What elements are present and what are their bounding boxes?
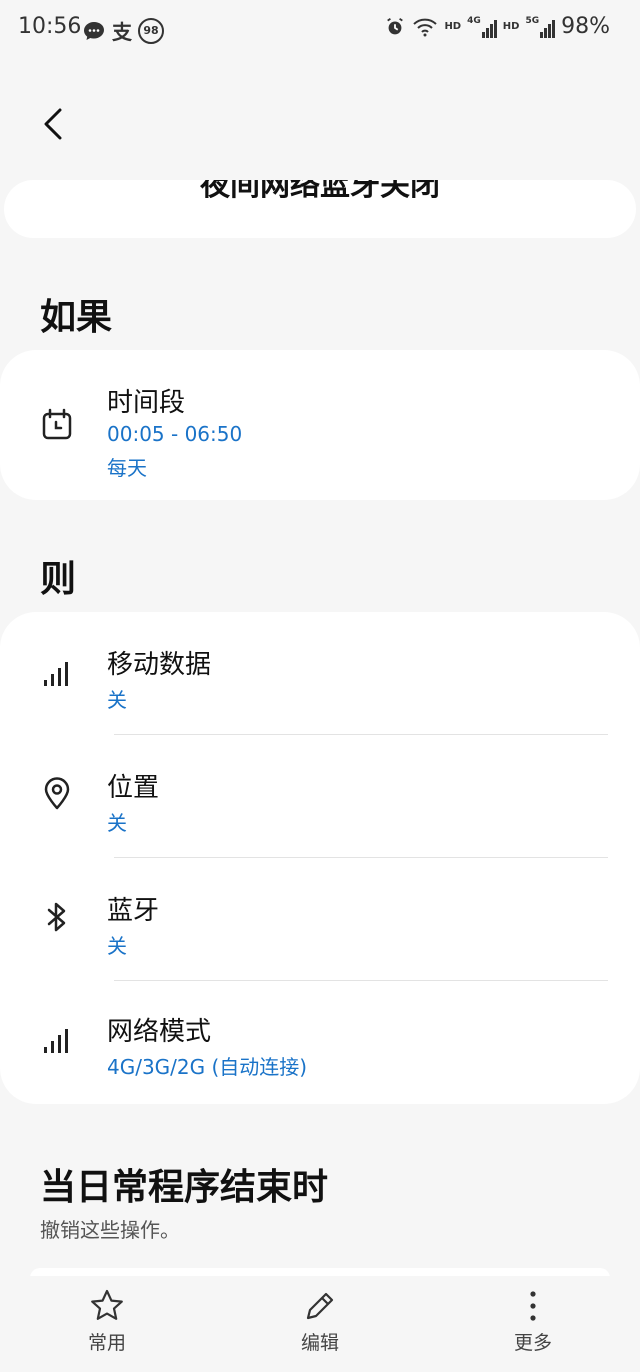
action-location[interactable]: 位置 关 xyxy=(0,735,640,857)
action-title: 位置 xyxy=(107,773,160,803)
then-heading: 则 xyxy=(40,559,77,600)
chevron-left-icon xyxy=(44,108,62,140)
alarm-icon xyxy=(387,17,404,34)
condition-repeat: 每天 xyxy=(107,456,147,480)
bottom-nav: 常用 编辑 更多 xyxy=(0,1276,640,1372)
end-subtitle: 撤销这些操作。 xyxy=(40,1218,180,1242)
location-icon xyxy=(44,777,70,810)
if-heading: 如果 xyxy=(40,297,113,338)
signal-icon: 4G xyxy=(467,16,497,38)
action-mobile-data[interactable]: 移动数据 关 xyxy=(0,612,640,734)
network-4g-label: 4G xyxy=(467,15,481,26)
condition-title: 时间段 xyxy=(107,388,186,418)
signal-bars-icon xyxy=(44,662,68,686)
nav-more-button[interactable]: 更多 xyxy=(463,1288,603,1355)
notification-icons: 支 98 xyxy=(82,16,164,45)
alipay-icon: 支 xyxy=(112,20,132,44)
hd-label: HD xyxy=(444,21,462,32)
action-value: 关 xyxy=(107,811,127,835)
bluetooth-icon xyxy=(47,902,66,932)
action-value: 关 xyxy=(107,934,127,958)
action-title: 移动数据 xyxy=(107,650,212,680)
routine-title-card[interactable]: 夜间网络蓝牙关闭 xyxy=(4,180,636,238)
nav-edit-button[interactable]: 编辑 xyxy=(250,1288,390,1355)
signal-bars-icon xyxy=(44,1029,68,1053)
calendar-icon xyxy=(42,408,72,440)
if-condition-card: 时间段 00:05 - 06:50 每天 xyxy=(0,350,640,500)
battery-level: 98% xyxy=(561,14,610,39)
action-value: 关 xyxy=(107,688,127,712)
nav-label: 编辑 xyxy=(300,1332,339,1354)
routine-title: 夜间网络蓝牙关闭 xyxy=(200,180,440,203)
network-5g-label: 5G xyxy=(525,15,540,26)
action-value: 4G/3G/2G (自动连接) xyxy=(107,1055,308,1079)
status-time: 10:56 xyxy=(18,14,82,39)
signal-icon: 5G xyxy=(525,15,556,38)
nav-favorite-button[interactable]: 常用 xyxy=(37,1288,177,1355)
action-bluetooth[interactable]: 蓝牙 关 xyxy=(0,858,640,980)
condition-time-range: 00:05 - 06:50 xyxy=(107,422,243,446)
chat-icon xyxy=(84,21,104,40)
wifi-icon xyxy=(413,18,438,36)
back-button[interactable] xyxy=(30,100,78,148)
nav-label: 更多 xyxy=(513,1332,552,1354)
status-bar: 10:56 支 98 HD 4G HD 5G 98% xyxy=(0,0,640,58)
action-title: 网络模式 xyxy=(107,1017,212,1047)
nav-label: 常用 xyxy=(87,1332,126,1354)
pencil-icon xyxy=(306,1292,334,1320)
action-title: 蓝牙 xyxy=(107,896,160,926)
action-network-mode[interactable]: 网络模式 4G/3G/2G (自动连接) xyxy=(0,981,640,1104)
end-heading: 当日常程序结束时 xyxy=(40,1167,329,1208)
system-icons: HD 4G HD 5G 98% xyxy=(384,14,610,39)
then-actions-card: 移动数据 关 位置 关 蓝牙 关 网络模式 4G/3G/2G (自动连接) xyxy=(0,612,640,1104)
hd-label: HD xyxy=(502,21,520,32)
more-vertical-icon xyxy=(530,1291,536,1321)
badge-98-label: 98 xyxy=(143,24,159,37)
condition-time-period[interactable]: 时间段 00:05 - 06:50 每天 xyxy=(0,350,640,500)
star-icon xyxy=(91,1289,123,1320)
badge-98-icon: 98 xyxy=(138,17,164,44)
